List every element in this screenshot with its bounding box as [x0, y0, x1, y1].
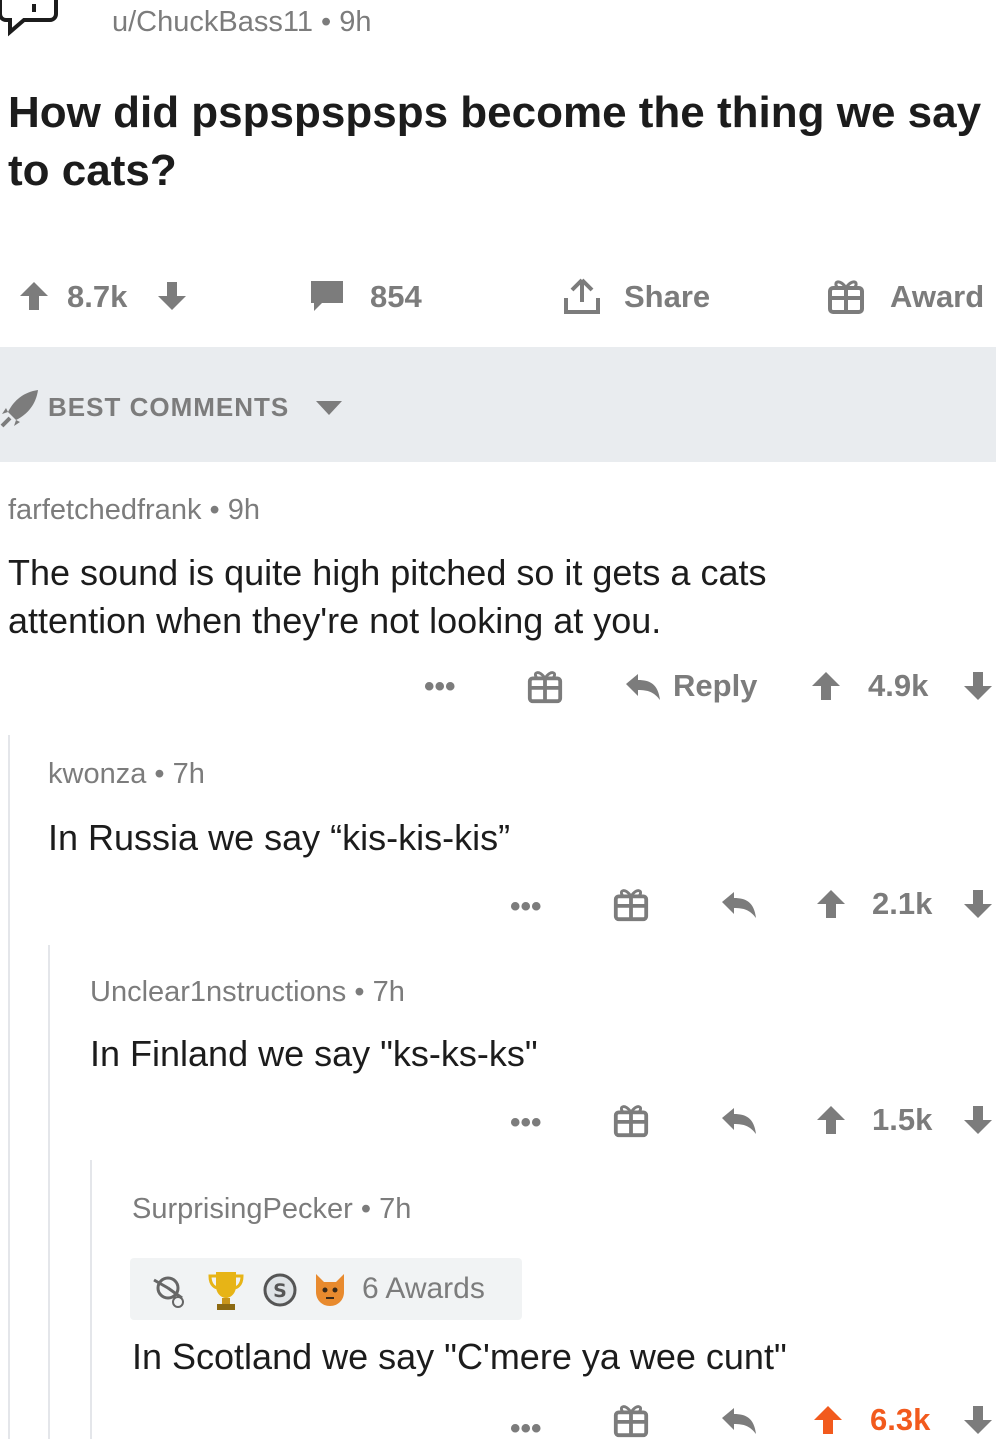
comment-author[interactable]: kwonza — [48, 758, 146, 790]
gift-icon[interactable] — [612, 1400, 650, 1440]
downvote-icon[interactable] — [962, 1404, 994, 1436]
reply-icon[interactable] — [720, 1106, 758, 1136]
comment-score: 4.9k — [868, 668, 929, 703]
comment-icon[interactable] — [308, 278, 346, 314]
more-options-button[interactable]: ••• — [510, 1106, 542, 1140]
gift-icon[interactable] — [826, 276, 866, 316]
downvote-icon[interactable] — [962, 1104, 994, 1136]
upvote-icon-active[interactable] — [812, 1404, 844, 1436]
comment-author[interactable]: Unclear1nstructions — [90, 976, 346, 1008]
comment-author[interactable]: SurprisingPecker — [132, 1193, 353, 1225]
comment-age: 9h — [227, 494, 260, 526]
comment-age: 7h — [172, 758, 205, 790]
comment-age: 7h — [372, 976, 405, 1008]
thread-line-3[interactable] — [90, 1160, 92, 1439]
comment-score: 1.5k — [872, 1102, 933, 1137]
post-age: 9h — [339, 6, 372, 38]
sort-label[interactable]: BEST COMMENTS — [48, 392, 289, 423]
thread-line-1[interactable] — [8, 735, 10, 1439]
more-options-button[interactable]: ••• — [424, 670, 456, 704]
downvote-icon[interactable] — [962, 670, 994, 702]
reply-icon[interactable] — [624, 672, 662, 702]
rocket-icon — [0, 388, 40, 428]
post-score: 8.7k — [67, 279, 128, 314]
reply-icon[interactable] — [720, 1406, 758, 1436]
upvote-icon[interactable] — [815, 888, 847, 920]
meta-dot: • — [321, 6, 340, 38]
comment-age: 7h — [379, 1193, 412, 1225]
cat-award-icon — [310, 1268, 350, 1312]
awards-count: 6 Awards — [362, 1272, 485, 1305]
meta-dot: • — [154, 758, 173, 790]
more-options-button[interactable]: ••• — [510, 1412, 542, 1446]
comment-text: In Finland we say "ks-ks-ks" — [90, 1033, 538, 1074]
rocket-like-award-icon — [148, 1270, 188, 1310]
meta-dot: • — [360, 1193, 380, 1225]
upvote-icon[interactable] — [810, 670, 842, 702]
comment-text: The sound is quite high pitched so it ge… — [8, 552, 767, 641]
gift-icon[interactable] — [526, 666, 564, 706]
gift-icon[interactable] — [612, 1100, 650, 1140]
downvote-icon[interactable] — [962, 888, 994, 920]
chevron-down-icon[interactable] — [314, 399, 344, 417]
share-icon[interactable] — [562, 276, 602, 316]
gift-icon[interactable] — [612, 884, 650, 924]
award-button[interactable]: Award — [890, 279, 984, 315]
speech-bubble-icon — [0, 0, 60, 40]
share-button[interactable]: Share — [624, 279, 710, 315]
meta-dot: • — [354, 976, 373, 1008]
upvote-icon[interactable] — [815, 1104, 847, 1136]
comment-text: In Scotland we say "C'mere ya wee cunt" — [132, 1336, 787, 1377]
reply-button[interactable]: Reply — [673, 668, 757, 704]
trophy-award-icon — [206, 1268, 246, 1312]
thread-line-2[interactable] — [48, 945, 50, 1439]
comment-score: 2.1k — [872, 886, 933, 921]
comment-text: In Russia we say “kis-kis-kis” — [48, 817, 511, 858]
post-author[interactable]: u/ChuckBass11 — [112, 6, 313, 38]
comment-author[interactable]: farfetchedfrank — [8, 494, 201, 526]
downvote-icon[interactable] — [156, 280, 188, 312]
comment-score: 6.3k — [870, 1402, 931, 1437]
reply-icon[interactable] — [720, 890, 758, 920]
more-options-button[interactable]: ••• — [510, 890, 542, 924]
svg-text:S: S — [273, 1280, 287, 1302]
silver-coin-award-icon: S — [262, 1272, 298, 1308]
awards-box[interactable]: S 6 Awards — [130, 1258, 522, 1320]
meta-dot: • — [209, 494, 228, 526]
post-title[interactable]: How did pspspspsps become the thing we s… — [8, 84, 993, 200]
upvote-icon[interactable] — [18, 280, 50, 312]
post-comment-count[interactable]: 854 — [370, 279, 422, 315]
